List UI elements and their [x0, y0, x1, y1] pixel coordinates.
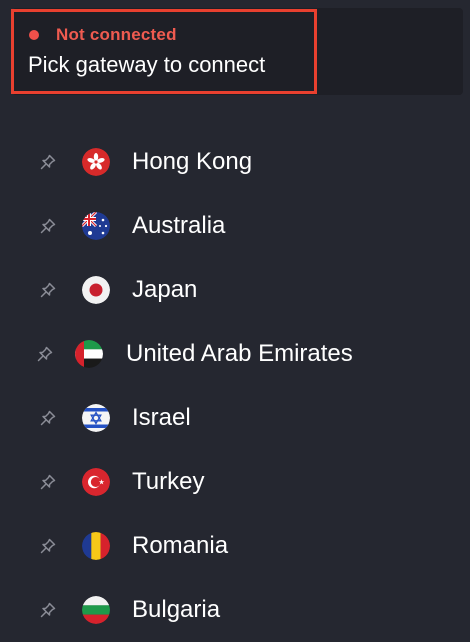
hong-kong-flag-icon [82, 148, 110, 176]
bulgaria-flag-icon [82, 596, 110, 624]
gateway-name: Australia [132, 212, 226, 239]
gateway-name: Romania [132, 532, 229, 559]
japan-flag-icon [82, 276, 110, 304]
australia-flag-icon [82, 212, 110, 240]
gateway-item-australia[interactable]: Australia [0, 194, 470, 258]
pin-icon[interactable] [38, 536, 58, 556]
gateway-name: Israel [132, 404, 191, 431]
uae-flag-icon [75, 340, 103, 368]
pin-icon[interactable] [38, 152, 58, 172]
gateway-name: Bulgaria [132, 596, 221, 623]
gateway-item-turkey[interactable]: Turkey [0, 450, 470, 514]
gateway-name: Japan [132, 276, 198, 303]
gateway-name: Turkey [132, 468, 205, 495]
status-dot-icon [29, 30, 39, 40]
turkey-flag-icon [82, 468, 110, 496]
gateway-item-israel[interactable]: Israel [0, 386, 470, 450]
pin-icon[interactable] [38, 472, 58, 492]
gateway-item-romania[interactable]: Romania [0, 514, 470, 578]
gateway-item-japan[interactable]: Japan [0, 258, 470, 322]
gateway-name: Hong Kong [132, 148, 253, 175]
pin-icon[interactable] [38, 216, 58, 236]
status-label: Not connected [56, 25, 177, 44]
israel-flag-icon [82, 404, 110, 432]
pin-icon[interactable] [38, 600, 58, 620]
gateway-prompt: Pick gateway to connect [28, 52, 266, 77]
romania-flag-icon [82, 532, 110, 560]
gateway-item-bulgaria[interactable]: Bulgaria [0, 578, 470, 642]
gateway-item-united-arab-emirates[interactable]: United Arab Emirates [0, 322, 470, 386]
gateway-name: United Arab Emirates [126, 340, 353, 367]
gateway-item-hong-kong[interactable]: Hong Kong [0, 130, 470, 194]
pin-icon[interactable] [35, 344, 55, 364]
pin-icon[interactable] [38, 408, 58, 428]
connection-status: Not connected [29, 25, 177, 45]
pin-icon[interactable] [38, 280, 58, 300]
